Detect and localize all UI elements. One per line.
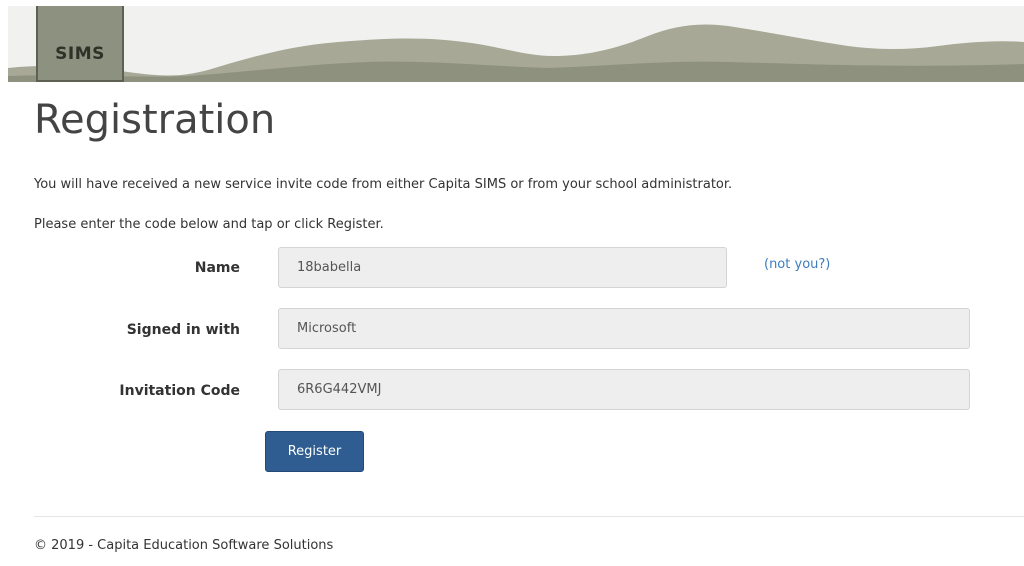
- invitation-code-field[interactable]: [278, 369, 970, 410]
- signed-in-label: Signed in with: [126, 322, 240, 338]
- sims-logo-text: SIMS: [55, 44, 105, 64]
- footer-divider: [34, 516, 1024, 517]
- page: SIMS Registration You will have received…: [0, 0, 1024, 566]
- page-title: Registration: [34, 97, 276, 143]
- sims-logo: SIMS: [36, 6, 124, 82]
- invitation-code-label: Invitation Code: [119, 383, 240, 399]
- not-you-link[interactable]: (not you?): [764, 257, 830, 272]
- register-button[interactable]: Register: [265, 431, 364, 472]
- intro-text-1: You will have received a new service inv…: [34, 177, 733, 192]
- name-label: Name: [194, 260, 240, 276]
- signed-in-field[interactable]: [278, 308, 970, 349]
- mountain-banner-image: [8, 24, 1024, 82]
- intro-text-2: Please enter the code below and tap or c…: [34, 217, 384, 232]
- footer-copyright: © 2019 - Capita Education Software Solut…: [34, 538, 334, 553]
- header-banner: SIMS: [8, 6, 1024, 82]
- name-field[interactable]: [278, 247, 727, 288]
